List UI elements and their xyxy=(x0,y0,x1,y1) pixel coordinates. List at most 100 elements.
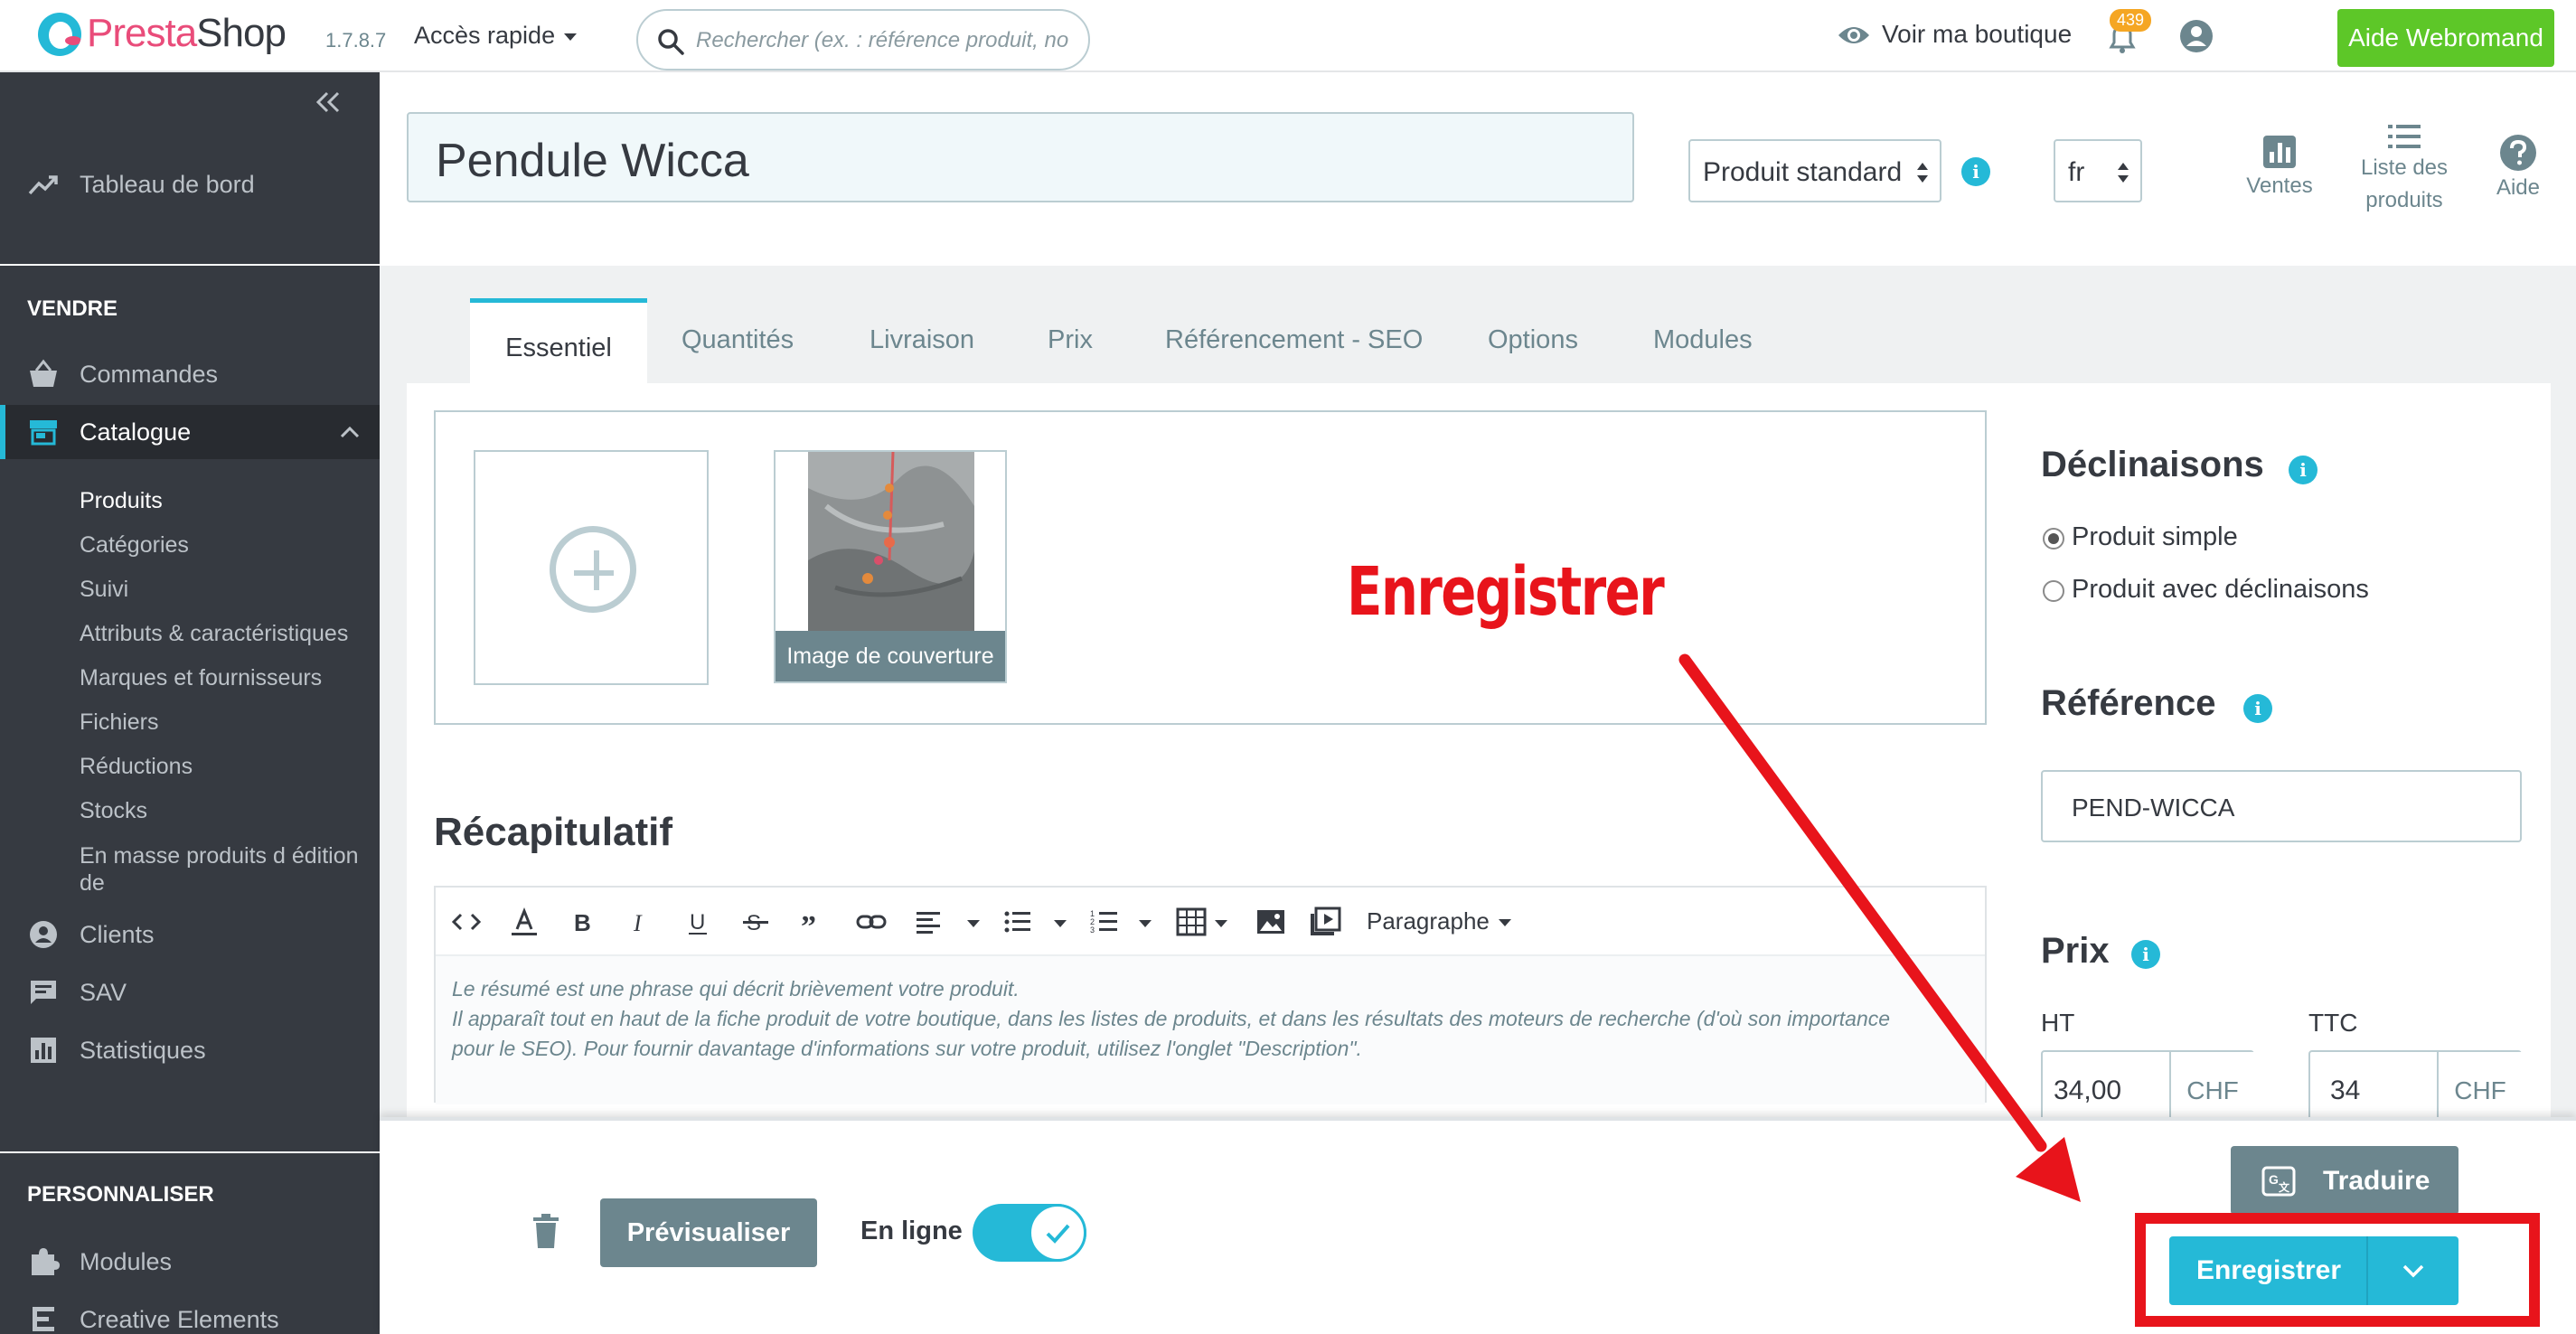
view-shop-link[interactable]: Voir ma boutique xyxy=(1882,20,2072,49)
link-icon[interactable] xyxy=(855,906,888,938)
text-color-icon[interactable] xyxy=(508,906,541,938)
radio-simple-product[interactable]: Produit simple xyxy=(2043,522,2238,552)
underline-icon[interactable]: U xyxy=(682,906,714,938)
strikethrough-icon[interactable]: S xyxy=(739,906,772,938)
sidebar-sub-brands[interactable]: Marques et fournisseurs xyxy=(80,665,322,691)
simple-product-label: Produit simple xyxy=(2072,522,2238,551)
search-bar[interactable] xyxy=(636,9,1090,70)
cover-image-thumbnail[interactable]: Image de couverture xyxy=(774,450,1007,683)
info-icon[interactable]: i xyxy=(2243,694,2272,723)
quick-access-dropdown[interactable]: Accès rapide xyxy=(414,22,578,50)
tab-seo[interactable]: Référencement - SEO xyxy=(1165,298,1423,383)
sidebar-sub-products[interactable]: Produits xyxy=(80,488,163,514)
sidebar-sub-discounts[interactable]: Réductions xyxy=(80,754,193,780)
sales-button[interactable]: Ventes xyxy=(2234,134,2325,202)
sidebar-item-sav[interactable]: SAV xyxy=(0,965,380,1019)
svg-text:”: ” xyxy=(801,910,816,938)
info-icon[interactable]: i xyxy=(2289,456,2317,484)
svg-text:3: 3 xyxy=(1090,925,1095,935)
chevron-down-icon xyxy=(1498,919,1511,927)
with-combinations-label: Produit avec déclinaisons xyxy=(2072,575,2369,604)
caret-down-icon xyxy=(564,33,578,41)
tab-pricing[interactable]: Prix xyxy=(1048,298,1093,383)
brand-name[interactable]: PrestaShop xyxy=(87,11,287,56)
collapse-sidebar-icon[interactable] xyxy=(315,90,342,114)
prestashop-logo-icon[interactable] xyxy=(38,13,81,56)
sidebar-item-orders[interactable]: Commandes xyxy=(0,347,380,401)
product-list-button[interactable]: Liste des produits xyxy=(2350,121,2458,217)
sidebar-item-customers[interactable]: Clients xyxy=(0,907,380,962)
chevron-down-icon[interactable] xyxy=(1215,920,1227,927)
chevron-up-icon[interactable] xyxy=(340,425,360,439)
numbered-list-icon[interactable]: 123 xyxy=(1088,906,1121,938)
image-icon[interactable] xyxy=(1255,906,1287,938)
sidebar-sub-tracking[interactable]: Suivi xyxy=(80,577,128,603)
sidebar-label-catalog: Catalogue xyxy=(80,418,192,446)
online-toggle[interactable] xyxy=(973,1204,1086,1262)
sidebar-sub-files[interactable]: Fichiers xyxy=(80,709,159,736)
sidebar-sub-attributes[interactable]: Attributs & caractéristiques xyxy=(80,621,348,647)
radio-with-combinations[interactable]: Produit avec déclinaisons xyxy=(2043,575,2369,605)
add-image-button[interactable] xyxy=(474,450,709,685)
product-name-input[interactable]: Pendule Wicca xyxy=(407,112,1634,202)
media-icon[interactable] xyxy=(1309,906,1341,938)
info-icon[interactable]: i xyxy=(1961,157,1990,186)
summary-text-area[interactable]: Le résumé est une phrase qui décrit briè… xyxy=(436,956,1985,1104)
bar-chart-icon xyxy=(2263,136,2296,168)
sidebar-item-dashboard[interactable]: Tableau de bord xyxy=(0,157,380,211)
toggle-knob[interactable] xyxy=(1029,1204,1086,1262)
chevron-down-icon[interactable] xyxy=(1054,920,1067,927)
search-input[interactable] xyxy=(696,25,1076,56)
trash-icon[interactable] xyxy=(531,1213,560,1249)
reference-input[interactable]: PEND-WICCA xyxy=(2041,770,2522,842)
tab-modules[interactable]: Modules xyxy=(1653,298,1753,383)
source-code-icon[interactable] xyxy=(450,906,483,938)
help-webromand-button[interactable]: Aide Webromand xyxy=(2337,9,2554,67)
info-icon[interactable]: i xyxy=(2131,940,2160,969)
preview-button[interactable]: Prévisualiser xyxy=(600,1198,817,1267)
sidebar-item-modules[interactable]: Modules xyxy=(0,1235,380,1289)
tab-quantities[interactable]: Quantités xyxy=(682,298,794,383)
top-header: PrestaShop 1.7.8.7 Accès rapide Voir ma … xyxy=(0,0,2576,72)
user-icon[interactable] xyxy=(2178,18,2214,54)
sidebar-label-customers: Clients xyxy=(80,920,155,948)
summary-editor[interactable]: B I U S ” 123 Paragraphe Le résumé est u… xyxy=(434,886,1987,1104)
bullet-list-icon[interactable] xyxy=(1001,906,1034,938)
paragraph-style-select[interactable]: Paragraphe xyxy=(1367,907,1511,935)
sidebar-item-catalog[interactable]: Catalogue xyxy=(0,405,380,459)
search-icon[interactable] xyxy=(656,27,685,56)
svg-text:B: B xyxy=(574,909,591,936)
radio-dot-selected[interactable] xyxy=(2043,528,2064,550)
notifications-badge[interactable]: 439 xyxy=(2110,9,2152,32)
svg-text:U: U xyxy=(690,910,705,935)
svg-text:I: I xyxy=(633,910,643,936)
editor-toolbar: B I U S ” 123 Paragraphe xyxy=(436,888,1985,956)
table-icon[interactable] xyxy=(1175,906,1208,938)
radio-dot[interactable] xyxy=(2043,580,2064,602)
chevron-down-icon[interactable] xyxy=(1139,920,1152,927)
chevron-down-icon[interactable] xyxy=(967,920,980,927)
align-left-icon[interactable] xyxy=(913,906,945,938)
bold-icon[interactable]: B xyxy=(566,906,598,938)
product-type-select[interactable]: Produit standard xyxy=(1688,139,1941,202)
tab-essential[interactable]: Essentiel xyxy=(470,298,647,383)
language-value: fr xyxy=(2068,157,2085,187)
language-select[interactable]: fr xyxy=(2054,139,2142,202)
svg-text:文: 文 xyxy=(2279,1180,2290,1194)
eye-icon[interactable] xyxy=(1837,22,1871,49)
quote-icon[interactable]: ” xyxy=(797,906,830,938)
help-button[interactable]: Aide xyxy=(2486,134,2551,204)
sidebar-sub-categories[interactable]: Catégories xyxy=(80,532,189,559)
translate-button[interactable]: G文 Traduire xyxy=(2231,1146,2458,1215)
tab-options[interactable]: Options xyxy=(1488,298,1578,383)
sidebar-label-sav: SAV xyxy=(80,978,127,1006)
sidebar-sub-stocks[interactable]: Stocks xyxy=(80,798,147,824)
summary-placeholder-line1: Le résumé est une phrase qui décrit briè… xyxy=(452,977,1020,1000)
sidebar-sub-bulk-edit[interactable]: En masse produits d édition de xyxy=(80,842,359,897)
sidebar-label-creative-elements: Creative Elements xyxy=(80,1305,279,1333)
sidebar-item-stats[interactable]: Statistiques xyxy=(0,1023,380,1077)
italic-icon[interactable]: I xyxy=(624,906,656,938)
sidebar-item-creative-elements[interactable]: Creative Elements xyxy=(0,1292,380,1334)
brand-part1: Presta xyxy=(87,11,197,55)
tab-shipping[interactable]: Livraison xyxy=(870,298,974,383)
